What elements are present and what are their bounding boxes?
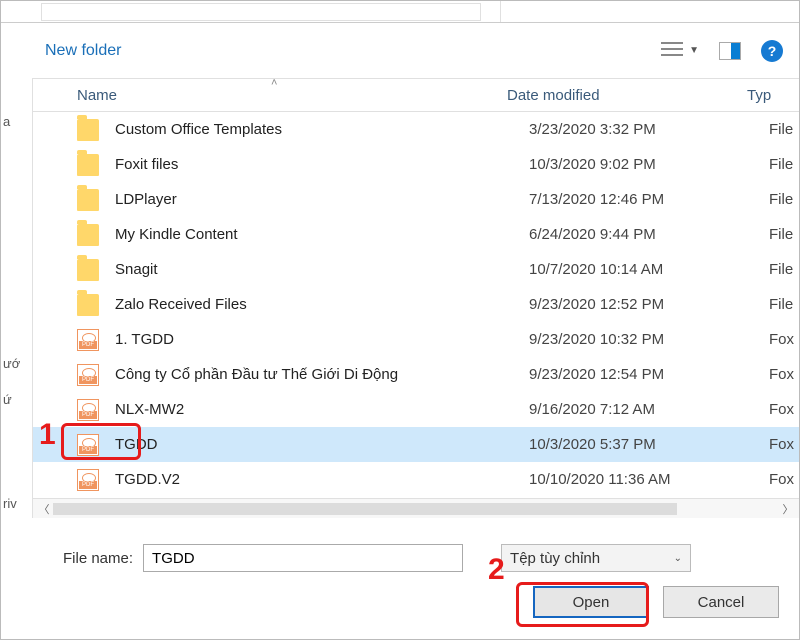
file-row[interactable]: LDPlayer7/13/2020 12:46 PMFile <box>33 182 799 217</box>
folder-icon <box>77 154 99 176</box>
file-type: File <box>769 191 793 208</box>
file-row[interactable]: Snagit10/7/2020 10:14 AMFile <box>33 252 799 287</box>
folder-icon <box>77 189 99 211</box>
annotation-2: 2 <box>488 553 505 587</box>
file-date: 7/13/2020 12:46 PM <box>529 191 769 208</box>
pdf-icon <box>77 469 99 491</box>
filter-label: Tệp tùy chỉnh <box>510 550 600 567</box>
scroll-left-icon[interactable]: 〈 <box>35 501 53 517</box>
new-folder-button[interactable]: New folder <box>45 42 121 60</box>
file-name: TGDD <box>115 436 529 453</box>
pdf-icon <box>77 364 99 386</box>
file-date: 9/16/2020 7:12 AM <box>529 401 769 418</box>
file-name: Công ty Cổ phần Đầu tư Thế Giới Di Động <box>115 366 529 383</box>
horizontal-scrollbar[interactable]: 〈 〉 <box>33 498 799 518</box>
header-type[interactable]: Typ <box>747 87 799 104</box>
chevron-down-icon: ⌄ <box>674 553 682 564</box>
preview-pane-button[interactable] <box>719 42 741 60</box>
file-date: 9/23/2020 12:54 PM <box>529 366 769 383</box>
filename-label: File name: <box>63 550 133 567</box>
scroll-right-icon[interactable]: 〉 <box>779 501 797 517</box>
file-date: 3/23/2020 3:32 PM <box>529 121 769 138</box>
file-name: NLX-MW2 <box>115 401 529 418</box>
file-type: File <box>769 226 793 243</box>
folder-icon <box>77 224 99 246</box>
file-name: 1. TGDD <box>115 331 529 348</box>
column-headers[interactable]: Name Date modified Typ <box>33 78 799 112</box>
nav-tree-clipped: a ướ ứ riv <box>1 78 33 518</box>
header-name[interactable]: Name <box>77 87 507 104</box>
file-name: Custom Office Templates <box>115 121 529 138</box>
file-type: Fox <box>769 471 794 488</box>
file-type: File <box>769 261 793 278</box>
view-mode-button[interactable]: ▼ <box>661 42 699 60</box>
file-type: Fox <box>769 401 794 418</box>
file-date: 10/3/2020 9:02 PM <box>529 156 769 173</box>
filename-input[interactable] <box>143 544 463 572</box>
file-type: Fox <box>769 331 794 348</box>
file-type: File <box>769 121 793 138</box>
header-date[interactable]: Date modified <box>507 87 747 104</box>
file-type-filter[interactable]: Tệp tùy chỉnh ⌄ <box>501 544 691 572</box>
file-date: 10/10/2020 11:36 AM <box>529 471 769 488</box>
file-row[interactable]: Foxit files10/3/2020 9:02 PMFile <box>33 147 799 182</box>
file-name: Zalo Received Files <box>115 296 529 313</box>
file-type: Fox <box>769 366 794 383</box>
cancel-button[interactable]: Cancel <box>663 586 779 618</box>
file-date: 10/7/2020 10:14 AM <box>529 261 769 278</box>
file-name: Snagit <box>115 261 529 278</box>
folder-icon <box>77 294 99 316</box>
folder-icon <box>77 119 99 141</box>
file-date: 9/23/2020 10:32 PM <box>529 331 769 348</box>
file-date: 9/23/2020 12:52 PM <box>529 296 769 313</box>
pdf-icon <box>77 434 99 456</box>
file-row[interactable]: TGDD.V210/10/2020 11:36 AMFox <box>33 462 799 497</box>
bottom-panel: File name: Tệp tùy chỉnh ⌄ Open Cancel <box>1 518 799 618</box>
annotation-1: 1 <box>39 418 56 452</box>
file-date: 10/3/2020 5:37 PM <box>529 436 769 453</box>
file-row[interactable]: Zalo Received Files9/23/2020 12:52 PMFil… <box>33 287 799 322</box>
pdf-icon <box>77 329 99 351</box>
file-name: LDPlayer <box>115 191 529 208</box>
folder-icon <box>77 259 99 281</box>
file-row[interactable]: 1. TGDD9/23/2020 10:32 PMFox <box>33 322 799 357</box>
help-icon[interactable]: ? <box>761 40 783 62</box>
file-row[interactable]: Custom Office Templates3/23/2020 3:32 PM… <box>33 112 799 147</box>
scroll-thumb[interactable] <box>53 503 677 515</box>
file-date: 6/24/2020 9:44 PM <box>529 226 769 243</box>
file-row[interactable]: TGDD10/3/2020 5:37 PMFox <box>33 427 799 462</box>
window-top-clipped <box>1 1 799 23</box>
chevron-down-icon: ▼ <box>689 45 699 56</box>
file-row[interactable]: My Kindle Content6/24/2020 9:44 PMFile <box>33 217 799 252</box>
file-name: TGDD.V2 <box>115 471 529 488</box>
file-type: File <box>769 296 793 313</box>
list-icon <box>661 42 683 60</box>
file-list: Custom Office Templates3/23/2020 3:32 PM… <box>33 112 799 498</box>
file-type: Fox <box>769 436 794 453</box>
file-row[interactable]: NLX-MW29/16/2020 7:12 AMFox <box>33 392 799 427</box>
pdf-icon <box>77 399 99 421</box>
file-row[interactable]: Công ty Cổ phần Đầu tư Thế Giới Di Động9… <box>33 357 799 392</box>
file-name: My Kindle Content <box>115 226 529 243</box>
toolbar: New folder ▼ ? <box>1 23 799 78</box>
file-name: Foxit files <box>115 156 529 173</box>
file-type: File <box>769 156 793 173</box>
open-button[interactable]: Open <box>533 586 649 618</box>
